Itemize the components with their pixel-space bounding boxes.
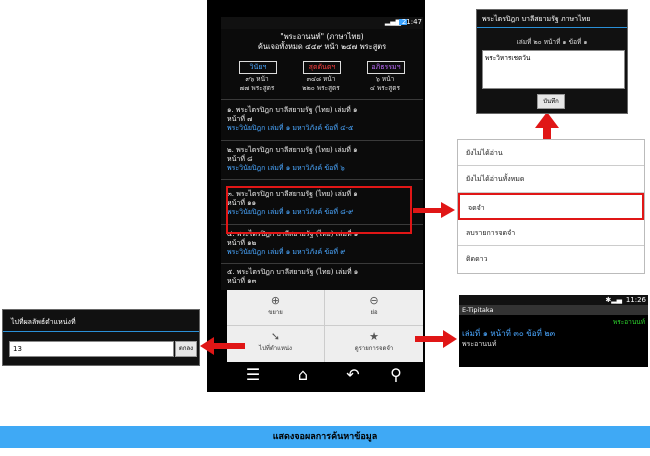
mini-status-bar: ✱▂▄ 11:26 (459, 295, 648, 305)
divider (221, 99, 423, 100)
list-item[interactable]: ๒. พระไตรปิฎก บาลีสยามรัฐ (ไทย) เล่มที่ … (227, 146, 421, 173)
zoom-in-label: ขยาย (268, 309, 283, 316)
nav-bar: ☰ ⌂ ↶ ⚲ (221, 362, 423, 390)
star-icon: ★ (369, 330, 379, 343)
divider (221, 263, 423, 264)
keyword-label: พระอานนท์ (613, 318, 645, 326)
highlight-frame (226, 186, 412, 234)
list-item[interactable]: ๕. พระไตรปิฎก บาลีสยามรัฐ (ไทย) เล่มที่ … (227, 268, 421, 286)
arrow-right-head-2 (443, 330, 457, 348)
dialog-divider (477, 27, 627, 28)
result-page: หน้าที่ ๘ (227, 155, 253, 163)
search-icon[interactable]: ⚲ (386, 365, 406, 384)
list-item[interactable]: ๑. พระไตรปิฎก บาลีสยามรัฐ (ไทย) เล่มที่ … (227, 106, 421, 133)
note-dialog-subtitle: เล่มที่ ๒๐ หน้าที่ ๑ ข้อที่ ๑ (516, 38, 588, 46)
results-screen: "พระอานนท์" (ภาษาไทย) ค้นเจอทั้งหมด ๔๔๙ … (221, 29, 423, 290)
save-button[interactable]: บันทึก (537, 94, 565, 109)
goto-ok-button[interactable]: ตกลง (175, 341, 197, 357)
result-page: หน้าที่ ๗ (227, 115, 253, 123)
status-time: 21:47 (401, 18, 422, 26)
bookmarks-label: ดูรายการจดจำ (354, 345, 394, 352)
mini-status-time: 11:26 (625, 296, 646, 304)
arrow-up-head (535, 112, 559, 128)
tab-suttanta-suttas: ๒๒๐ พระสูตร (302, 84, 340, 92)
note-dialog: พระไตรปิฎก บาลีสยามรัฐ ภาษาไทย เล่มที่ ๒… (476, 9, 628, 114)
goto-dialog-title: ไปที่ผลลัพธ์ตำแหน่งที่ (11, 318, 76, 326)
result-title: ๕. พระไตรปิฎก บาลีสยามรัฐ (ไทย) เล่มที่ … (227, 268, 359, 276)
menu-item-remember[interactable]: จดจำ (458, 193, 644, 220)
result-ref: พระวินัยปิฎก เล่มที่ ๑ มหาวิภังค์ ข้อที่… (227, 248, 346, 256)
menu-item-unread-all[interactable]: ยังไม่ได้อ่านทั้งหมด (458, 166, 644, 193)
mini-result-line2: พระอานนท์ (462, 340, 497, 348)
menu-icon[interactable]: ☰ (243, 365, 263, 384)
menu-item-unread[interactable]: ยังไม่ได้อ่าน (458, 140, 644, 166)
menu-item-remove-bookmark[interactable]: ลบรายการจดจำ (458, 220, 644, 246)
back-icon[interactable]: ↶ (343, 365, 363, 384)
note-dialog-title: พระไตรปิฎก บาลีสยามรัฐ ภาษาไทย (482, 15, 591, 23)
status-bar: ▂▄▆ 21:47 (221, 17, 423, 29)
note-textarea[interactable]: พระวิหารเชตวัน (482, 50, 625, 89)
result-title: ๑. พระไตรปิฎก บาลีสยามรัฐ (ไทย) เล่มที่ … (227, 106, 358, 114)
tab-abhidhamma[interactable]: อภิธรรมฯ (367, 61, 405, 74)
goto-input[interactable]: 13 (9, 341, 174, 357)
result-page: หน้าที่ ๑๒ (227, 239, 257, 247)
context-menu: ยังไม่ได้อ่าน ยังไม่ได้อ่านทั้งหมด จดจำ … (457, 139, 645, 274)
tab-vinaya[interactable]: วินัยฯ (239, 61, 277, 74)
list-item[interactable]: ๔. พระไตรปิฎก บาลีสยามรัฐ (ไทย) เล่มที่ … (227, 230, 421, 257)
zoom-in-button[interactable]: ⊕ ขยาย (227, 290, 325, 326)
zoom-in-icon: ⊕ (270, 294, 281, 307)
tab-vinaya-suttas: ๗๗ พระสูตร (239, 84, 275, 92)
divider (221, 140, 423, 141)
arrow-left-head (200, 337, 214, 355)
app-title-bar: E-Tipitaka (459, 305, 648, 315)
tab-abhidhamma-pages: ๖ หน้า (375, 75, 395, 83)
menu-item-star[interactable]: ติดดาว (458, 246, 644, 273)
dialog-divider (3, 331, 199, 332)
tab-suttanta-pages: ๓๔๘ หน้า (306, 75, 336, 83)
goto-icon: ➘ (270, 330, 281, 343)
caption-bar: แสดงจอผลการค้นหาข้อมูล (0, 426, 650, 448)
result-title: ๒. พระไตรปิฎก บาลีสยามรัฐ (ไทย) เล่มที่ … (227, 146, 358, 154)
tab-suttanta[interactable]: สุตตันตฯ (303, 61, 341, 74)
arrow-left-shaft (213, 343, 245, 349)
mini-phone-screen: ✱▂▄ 11:26 E-Tipitaka พระอานนท์ เล่มที่ ๑… (459, 295, 648, 367)
zoom-out-label: ย่อ (370, 309, 378, 316)
tab-abhidhamma-suttas: ๔ พระสูตร (370, 84, 400, 92)
tab-vinaya-pages: ๙๖ หน้า (245, 75, 269, 83)
result-page: หน้าที่ ๑๓ (227, 277, 257, 285)
arrow-right-shaft (413, 208, 443, 213)
result-ref: พระวินัยปิฎก เล่มที่ ๑ มหาวิภังค์ ข้อที่… (227, 164, 345, 172)
search-title: "พระอานนท์" (ภาษาไทย) (280, 32, 364, 41)
divider (221, 179, 423, 180)
arrow-right-head (441, 202, 455, 218)
home-icon[interactable]: ⌂ (293, 365, 313, 384)
goto-dialog: ไปที่ผลลัพธ์ตำแหน่งที่ 13 ตกลง (2, 309, 200, 366)
options-menu: ⊕ ขยาย ⊖ ย่อ ➘ ไปที่ตำแหน่ง ★ ดูรายการจด… (227, 290, 423, 362)
zoom-out-button[interactable]: ⊖ ย่อ (325, 290, 423, 326)
bluetooth-icon: ✱▂▄ (605, 296, 622, 304)
result-ref: พระวินัยปิฎก เล่มที่ ๑ มหาวิภังค์ ข้อที่… (227, 124, 354, 132)
search-summary: ค้นเจอทั้งหมด ๔๔๙ หน้า ๒๔๗ พระสูตร (257, 42, 387, 51)
bookmarks-button[interactable]: ★ ดูรายการจดจำ (325, 326, 423, 362)
arrow-right-shaft-2 (415, 336, 445, 342)
zoom-out-icon: ⊖ (369, 294, 379, 307)
